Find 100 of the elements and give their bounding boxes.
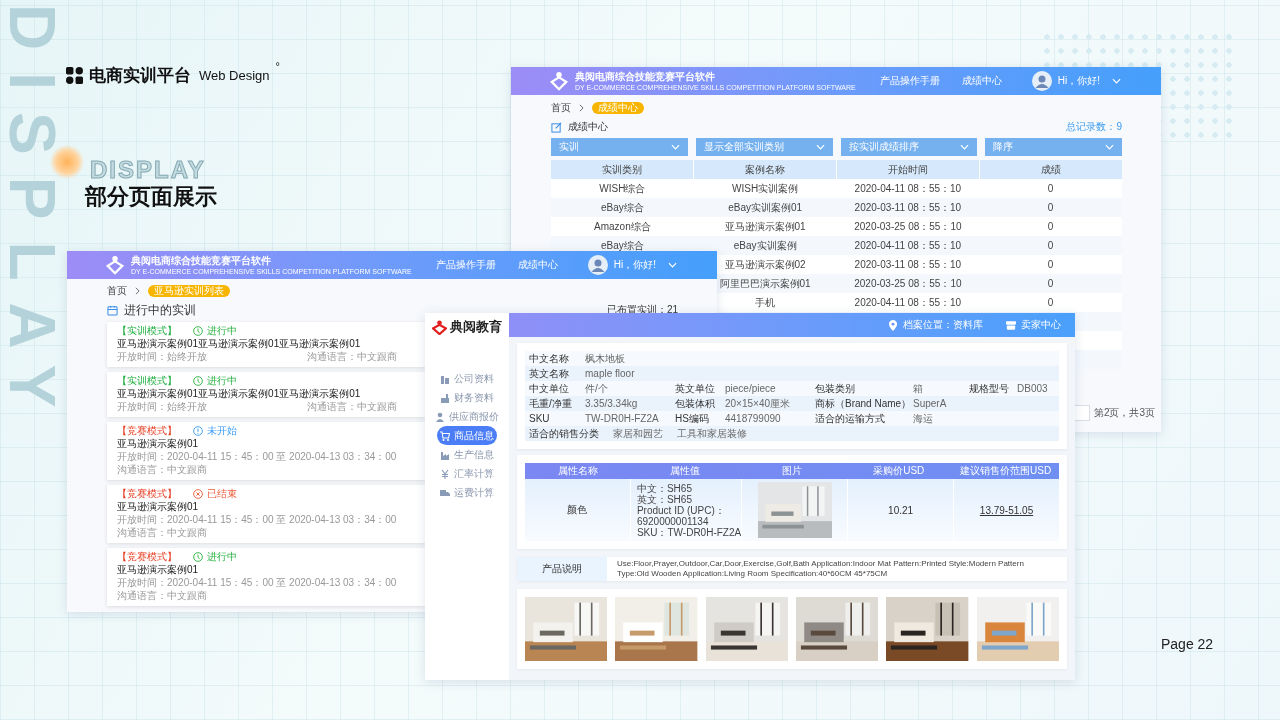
table-cell: 0 bbox=[1047, 221, 1054, 232]
breadcrumb-tag[interactable]: 亚马逊实训列表 bbox=[148, 285, 230, 297]
field-label: 规格型号 bbox=[969, 381, 1010, 396]
menu-item[interactable]: 汇率计算 bbox=[431, 464, 503, 483]
training-card[interactable]: 【实训模式】 进行中 亚马逊演示案例01亚马逊演示案例01亚马逊演示案例01 开放时间：始终开放 沟通语言：中文跟商 bbox=[107, 372, 425, 417]
field-label: 适合的运输方式 bbox=[815, 411, 886, 426]
chevron-right-icon bbox=[579, 104, 584, 112]
card-title: 亚马逊演示案例01亚马逊演示案例01亚马逊演示案例01 bbox=[117, 338, 361, 350]
table-cell: eBay实训案例01 bbox=[728, 200, 803, 215]
degree-mark: ° bbox=[275, 60, 280, 72]
field-value: 家居和园艺 bbox=[613, 426, 663, 441]
training-card[interactable]: 【竞赛模式】 未开始 亚马逊演示案例01 开放时间：2020-04-11 15：45：00 至 2020-04-13 03：34：00 沟通语言：中文跟商 bbox=[107, 422, 425, 480]
training-card[interactable]: 【竞赛模式】 进行中 亚马逊演示案例01 开放时间：2020-04-11 15：45：00 至 2020-04-13 03：34：00 沟通语言：中文跟商 bbox=[107, 548, 425, 606]
table-cell: 亚马逊演示案例01 bbox=[724, 219, 806, 234]
status-label: 进行中 bbox=[207, 550, 237, 564]
language-text: 沟通语言：中文跟商 bbox=[307, 351, 397, 363]
column-header: 开始时间 bbox=[837, 160, 979, 179]
table-cell: 0 bbox=[1047, 183, 1054, 194]
factory-icon bbox=[440, 449, 450, 460]
menu-item[interactable]: 财务资料 bbox=[431, 388, 503, 407]
field-label: 中文名称 bbox=[529, 351, 570, 366]
seller-center-link[interactable]: 卖家中心 bbox=[1021, 318, 1061, 332]
field-label: 包装体积 bbox=[675, 396, 716, 411]
table-cell: 2020-04-11 08：55：10 bbox=[854, 181, 962, 196]
page-heading: 成绩中心 bbox=[568, 120, 608, 134]
watermark-text: DISPLAY bbox=[90, 158, 206, 182]
table-cell: 0 bbox=[1047, 202, 1054, 213]
clock-icon bbox=[193, 376, 203, 386]
breadcrumb-link[interactable]: 首页 bbox=[107, 284, 127, 298]
field-label: 英文名称 bbox=[529, 366, 570, 381]
chevron-down-icon[interactable] bbox=[1112, 78, 1121, 84]
filter-dropdown[interactable]: 显示全部实训类别 bbox=[695, 138, 833, 156]
training-card[interactable]: 【竞赛模式】 已结束 亚马逊演示案例01 开放时间：2020-04-11 15：45：00 至 2020-04-13 03：34：00 沟通语言：中文跟商 bbox=[107, 485, 425, 543]
breadcrumb-link[interactable]: 首页 bbox=[551, 101, 571, 115]
column-header: 实训类别 bbox=[551, 160, 693, 179]
status-label: 未开始 bbox=[207, 424, 237, 438]
watermark-text: DISPLAY bbox=[0, 4, 64, 430]
status-label: 进行中 bbox=[207, 374, 237, 388]
table-cell: 2020-03-25 08：55：10 bbox=[854, 219, 962, 234]
column-header: 属性名称 bbox=[557, 464, 600, 478]
field-value: 3.35/3.34kg bbox=[585, 398, 639, 409]
field-value: 4418799090 bbox=[725, 413, 782, 424]
greeting-text: Hi，你好! bbox=[1057, 74, 1100, 88]
chevron-down-icon[interactable] bbox=[668, 262, 677, 268]
menu-item[interactable]: 运费计算 bbox=[431, 483, 503, 502]
table-cell: 2020-03-11 08：55：10 bbox=[854, 257, 962, 272]
training-card[interactable]: 【实训模式】 进行中 亚马逊演示案例01亚马逊演示案例01亚马逊演示案例01 开放时间：始终开放 沟通语言：中文跟商 bbox=[107, 322, 425, 367]
logo-icon bbox=[66, 67, 83, 84]
menu-item[interactable]: 商品信息 bbox=[437, 426, 497, 445]
person-icon bbox=[435, 411, 445, 422]
field-value: DB003 bbox=[1017, 383, 1049, 394]
nav-link[interactable]: 产品操作手册 bbox=[879, 74, 940, 88]
open-time: 开放时间：2020-04-11 15：45：00 至 2020-04-13 03：34：00 bbox=[117, 577, 397, 589]
app-title: 典阅电商综合技能竞赛平台软件 bbox=[575, 71, 716, 82]
field-label: 中文单位 bbox=[529, 381, 570, 396]
chevron-down-icon bbox=[670, 144, 680, 150]
filter-dropdown[interactable]: 实训 bbox=[551, 138, 688, 156]
nav-link[interactable]: 成绩中心 bbox=[517, 258, 558, 272]
table-cell: 2020-03-25 08：55：10 bbox=[854, 276, 962, 291]
page-heading: 进行中的实训 bbox=[124, 301, 196, 319]
clock-icon bbox=[193, 326, 203, 336]
mode-label: 【竞赛模式】 bbox=[117, 424, 178, 438]
chevron-right-icon bbox=[135, 287, 140, 295]
brand-subtitle: Web Design bbox=[199, 68, 270, 83]
menu-item[interactable]: 生产信息 bbox=[431, 445, 503, 464]
section-heading: 部分页面展示 bbox=[85, 183, 217, 211]
menu-item[interactable]: 供应商报价 bbox=[431, 407, 503, 426]
yen-icon bbox=[440, 468, 450, 479]
avatar-icon[interactable] bbox=[1031, 71, 1052, 91]
table-cell: WISH实训案例 bbox=[732, 181, 799, 196]
language-text: 沟通语言：中文跟商 bbox=[117, 464, 207, 476]
field-value: 箱 bbox=[913, 381, 924, 396]
open-time: 开放时间：始终开放 bbox=[117, 351, 207, 363]
description-text: Use:Floor,Prayer,Outdoor,Car,Door,Exercise,Golf,Bath Application:Indoor Mat Pattern:Printed Style:Modern Pattern Type:Old Wooden Application:Living Room Specification:40*60CM 45*75CM bbox=[616, 559, 1025, 579]
table-cell: eBay综合 bbox=[600, 238, 644, 253]
breadcrumb-tag[interactable]: 成绩中心 bbox=[592, 102, 644, 114]
avatar-icon[interactable] bbox=[587, 255, 608, 275]
table-cell: 0 bbox=[1047, 297, 1054, 308]
open-time: 开放时间：2020-04-11 15：45：00 至 2020-04-13 03：34：00 bbox=[117, 451, 397, 463]
field-value: 海运 bbox=[913, 411, 934, 426]
nav-link[interactable]: 成绩中心 bbox=[961, 74, 1002, 88]
table-cell: 0 bbox=[1047, 259, 1054, 270]
open-time: 开放时间：2020-04-11 15：45：00 至 2020-04-13 03：34：00 bbox=[117, 514, 397, 526]
field-value: 件/个 bbox=[585, 381, 609, 396]
field-value: SuperA bbox=[913, 398, 948, 409]
table-cell: 手机 bbox=[755, 295, 776, 310]
filter-dropdown[interactable]: 按实训成绩排序 bbox=[840, 138, 978, 156]
chevron-down-icon bbox=[1105, 144, 1114, 150]
field-value: piece/piece bbox=[725, 383, 777, 394]
table-cell: eBay综合 bbox=[600, 200, 644, 215]
truck-icon bbox=[440, 487, 450, 498]
filter-dropdown[interactable]: 降序 bbox=[985, 138, 1122, 156]
nav-link[interactable]: 产品操作手册 bbox=[435, 258, 496, 272]
location-text: 档案位置：资料库 bbox=[903, 318, 983, 332]
table-cell: WISH综合 bbox=[599, 181, 646, 196]
status-label: 已结束 bbox=[207, 487, 237, 501]
card-title: 亚马逊演示案例01 bbox=[117, 438, 199, 450]
logo-icon bbox=[432, 319, 447, 335]
menu-item[interactable]: 公司资料 bbox=[431, 369, 503, 388]
price-range-link[interactable]: 13.79-51.05 bbox=[979, 504, 1034, 516]
